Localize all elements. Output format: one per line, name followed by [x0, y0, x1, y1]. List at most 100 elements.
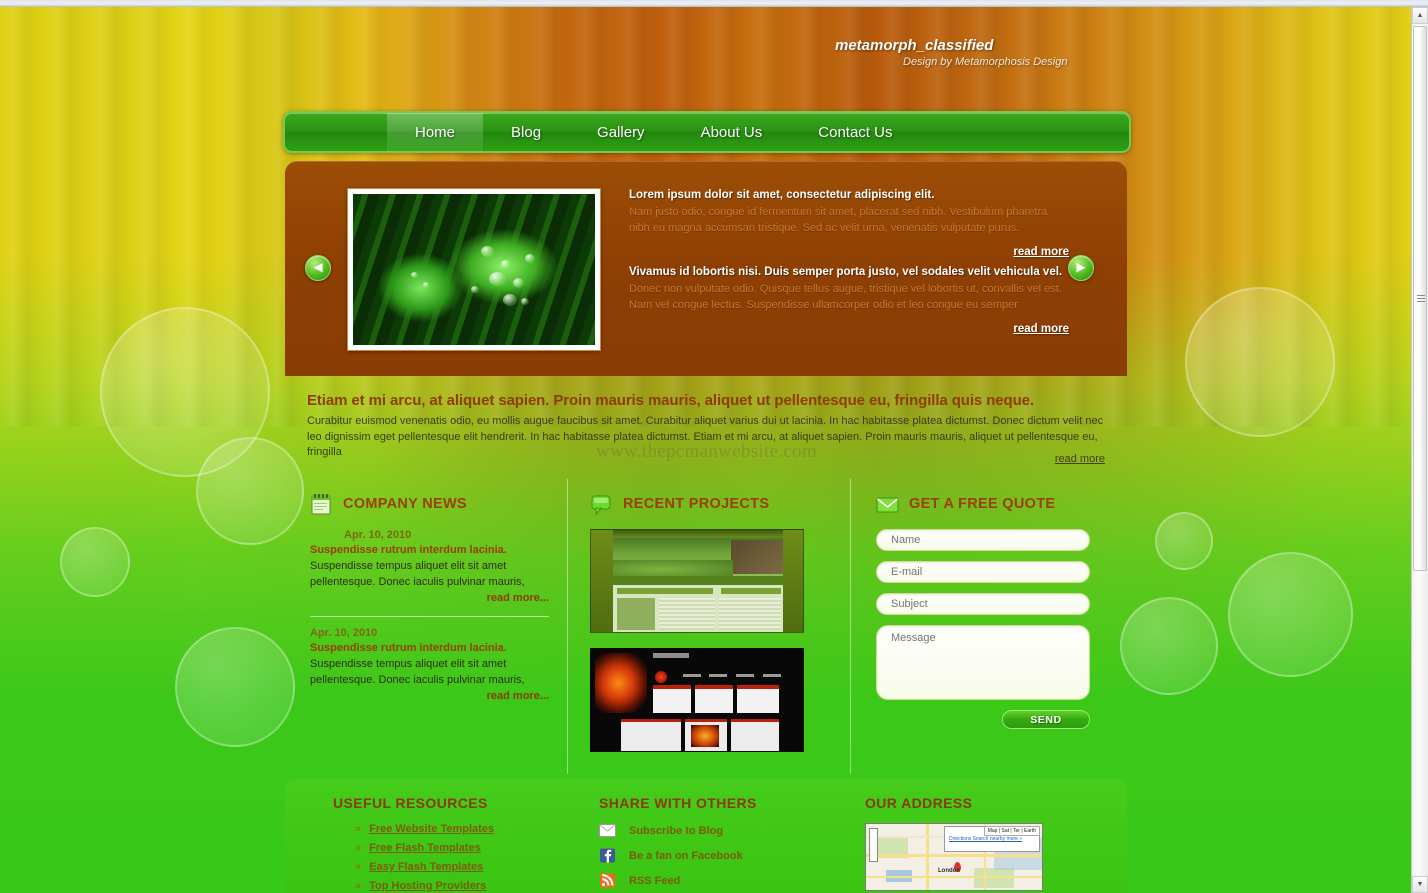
nav-item-contact-us[interactable]: Contact Us: [790, 113, 920, 151]
map-embed[interactable]: Directions Search nearby more » Map | Sa…: [865, 823, 1043, 891]
company-news-header: COMPANY NEWS: [310, 493, 549, 515]
resource-link-label[interactable]: Top Hosting Providers: [369, 880, 486, 892]
intro-heading: Etiam et mi arcu, at aliquet sapien. Pro…: [307, 392, 1034, 409]
map-view-tabs[interactable]: Map | Sat | Ter | Earth: [983, 826, 1040, 836]
site-header: metamorph_classified Design by Metamorph…: [0, 7, 1411, 107]
company-news-title: COMPANY NEWS: [343, 496, 467, 512]
resource-link-row[interactable]: » Free Flash Templates: [355, 842, 599, 854]
recent-projects-title: RECENT PROJECTS: [623, 496, 770, 512]
project-thumbnail[interactable]: [590, 648, 804, 752]
nav-item-blog[interactable]: Blog: [483, 113, 569, 151]
message-field[interactable]: [876, 625, 1090, 700]
company-news-column: COMPANY NEWS Apr. 10, 2010 Suspendisse r…: [285, 479, 567, 774]
main-navigation: Home Blog Gallery About Us Contact Us: [283, 111, 1131, 153]
slider-image-frame: [347, 188, 601, 351]
name-field[interactable]: [876, 529, 1090, 551]
resource-link-row[interactable]: » Top Hosting Providers: [355, 880, 599, 892]
resource-link-label[interactable]: Free Flash Templates: [369, 842, 481, 854]
nav-item-home[interactable]: Home: [387, 113, 484, 151]
share-with-others-column: SHARE WITH OTHERS Subscribe to Blog Be a…: [599, 795, 865, 893]
chevron-right-icon: »: [355, 823, 362, 835]
scroll-up-button[interactable]: ▲: [1412, 7, 1428, 24]
facebook-icon: [600, 848, 615, 863]
quote-form-title: GET A FREE QUOTE: [909, 496, 1056, 512]
arrow-left-icon[interactable]: ◄: [305, 255, 331, 281]
social-label[interactable]: RSS Feed: [629, 875, 680, 887]
map-zoom-control[interactable]: [869, 828, 878, 862]
resource-link-row[interactable]: » Easy Flash Templates: [355, 861, 599, 873]
news-body: Suspendisse tempus aliquet elit sit amet…: [310, 658, 525, 686]
news-title: Suspendisse rutrum interdum lacinia.: [310, 544, 507, 556]
vertical-scrollbar[interactable]: ▲ ▼: [1411, 7, 1428, 893]
news-read-more-link[interactable]: read more...: [310, 690, 549, 702]
intro-body: Curabitur euismod venenatis odio, eu mol…: [307, 415, 1104, 458]
our-address-column: OUR ADDRESS Directions Search nearby mor…: [865, 795, 1125, 893]
nav-item-about-us[interactable]: About Us: [673, 113, 791, 151]
arrow-right-icon[interactable]: ►: [1068, 255, 1094, 281]
useful-resources-list: » Free Website Templates » Free Flash Te…: [333, 823, 599, 892]
recent-projects-header: RECENT PROJECTS: [590, 493, 850, 515]
slide-body: Nam justo odio, congue id fermentum sit …: [629, 206, 1048, 234]
scrollbar-grip: [1417, 295, 1425, 302]
slider-text-area: Lorem ipsum dolor sit amet, consectetur …: [629, 189, 1069, 335]
nav-item-gallery[interactable]: Gallery: [569, 113, 673, 151]
resource-link-label[interactable]: Easy Flash Templates: [369, 861, 483, 873]
news-item: Apr. 10, 2010 Suspendisse rutrum interdu…: [310, 529, 549, 604]
news-item: Apr. 10, 2010 Suspendisse rutrum interdu…: [310, 627, 549, 702]
slide-block: Lorem ipsum dolor sit amet, consectetur …: [629, 189, 1069, 258]
rss-icon: [600, 873, 615, 888]
chevron-right-icon: »: [355, 861, 362, 873]
slide-read-more-link[interactable]: read more: [629, 323, 1069, 335]
decorative-bubble: [1120, 597, 1218, 695]
recent-projects-column: RECENT PROJECTS: [567, 479, 850, 774]
content-columns: COMPANY NEWS Apr. 10, 2010 Suspendisse r…: [285, 479, 1127, 774]
slide-title: Vivamus id lobortis nisi. Duis semper po…: [629, 266, 1063, 278]
news-date: Apr. 10, 2010: [310, 627, 378, 639]
news-read-more-link[interactable]: read more...: [310, 592, 549, 604]
decorative-bubble: [100, 307, 270, 477]
decorative-bubble: [1228, 552, 1353, 677]
social-row-subscribe[interactable]: Subscribe to Blog: [599, 823, 865, 838]
news-separator: [310, 616, 549, 617]
useful-resources-title: USEFUL RESOURCES: [333, 795, 488, 811]
social-row-facebook[interactable]: Be a fan on Facebook: [599, 848, 865, 863]
slide-body: Donec non vulputate odio. Quisque tellus…: [629, 283, 1062, 311]
notepad-icon: [311, 494, 331, 515]
email-field[interactable]: [876, 561, 1090, 583]
resource-link-row[interactable]: » Free Website Templates: [355, 823, 599, 835]
envelope-icon: [876, 497, 899, 513]
site-footer: USEFUL RESOURCES » Free Website Template…: [285, 779, 1127, 893]
social-label[interactable]: Be a fan on Facebook: [629, 850, 743, 862]
intro-read-more-link[interactable]: read more: [1055, 453, 1105, 465]
news-body: Suspendisse tempus aliquet elit sit amet…: [310, 560, 525, 588]
site-tagline: Design by Metamorphosis Design: [903, 56, 1068, 68]
decorative-bubble: [1185, 287, 1335, 437]
useful-resources-column: USEFUL RESOURCES » Free Website Template…: [333, 795, 599, 893]
social-label[interactable]: Subscribe to Blog: [629, 825, 723, 837]
decorative-bubble: [175, 627, 295, 747]
subject-field[interactable]: [876, 593, 1090, 615]
scroll-down-button[interactable]: ▼: [1412, 876, 1428, 893]
slider-image: [353, 194, 595, 345]
decorative-bubble: [1155, 512, 1213, 570]
slide-read-more-link[interactable]: read more: [629, 246, 1069, 258]
news-title: Suspendisse rutrum interdum lacinia.: [310, 642, 507, 654]
quote-form-header: GET A FREE QUOTE: [876, 493, 1127, 515]
map-bubble-links[interactable]: Directions Search nearby more »: [949, 836, 1022, 842]
project-thumbnail[interactable]: [590, 529, 804, 633]
scrollbar-thumb[interactable]: [1413, 26, 1427, 571]
hero-slider: ◄ ► Lorem ipsum dolor sit amet, consecte…: [285, 161, 1127, 376]
share-with-others-title: SHARE WITH OTHERS: [599, 795, 757, 811]
chevron-right-icon: »: [355, 880, 362, 892]
decorative-bubble: [60, 527, 130, 597]
chevron-right-icon: »: [355, 842, 362, 854]
site-title: metamorph_classified: [835, 37, 994, 54]
map-city-label: London: [938, 868, 960, 874]
webpage-canvas: metamorph_classified Design by Metamorph…: [0, 7, 1411, 893]
speech-bubble-icon: [591, 495, 611, 515]
news-date: Apr. 10, 2010: [344, 529, 412, 541]
resource-link-label[interactable]: Free Website Templates: [369, 823, 494, 835]
social-row-rss[interactable]: RSS Feed: [599, 873, 865, 888]
send-button[interactable]: SEND: [1002, 710, 1090, 729]
